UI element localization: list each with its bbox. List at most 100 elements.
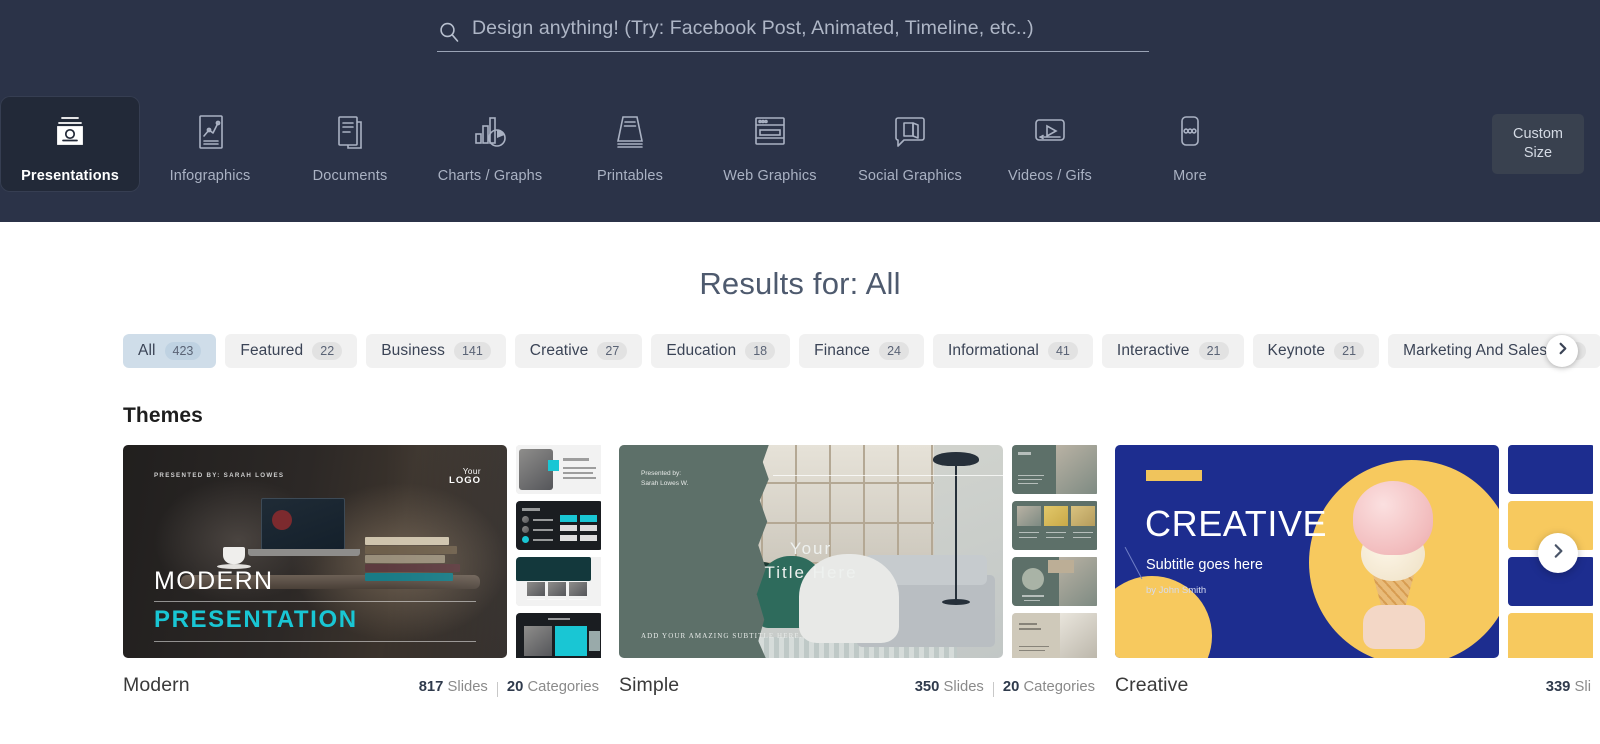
hero-subtitle: Subtitle goes here: [1146, 557, 1263, 573]
filter-pill-creative[interactable]: Creative 27: [514, 334, 643, 368]
meta-separator: [496, 681, 498, 697]
theme-thumbnail[interactable]: [1012, 501, 1097, 550]
hero-title: CREATIVE: [1145, 503, 1328, 544]
hero-presented-by: Presented by: Sarah Lowes W.: [641, 470, 689, 487]
charts-graphs-icon: [468, 110, 512, 156]
category-nav: Presentations Infographics Documents Cha…: [0, 96, 1600, 206]
hero-rule-top: [154, 601, 476, 602]
category-web-graphics[interactable]: Web Graphics: [700, 96, 840, 184]
themes-section-title: Themes: [123, 404, 203, 427]
category-label: Charts / Graphs: [437, 168, 543, 184]
themes-next-button[interactable]: [1538, 533, 1578, 573]
theme-name: Modern: [123, 674, 190, 696]
search-bar[interactable]: [437, 12, 1149, 52]
custom-size-line1: Custom: [1513, 126, 1563, 142]
category-documents[interactable]: Documents: [280, 96, 420, 184]
hero-byline: by John Smith: [1146, 585, 1207, 596]
filters-next-button[interactable]: [1546, 335, 1578, 367]
category-label: Printables: [597, 168, 663, 184]
categories-count: 20: [1002, 679, 1020, 695]
theme-thumbnail[interactable]: [1508, 613, 1593, 658]
filter-pill-business[interactable]: Business 141: [366, 334, 506, 368]
theme-thumbnail-strip: [1012, 445, 1097, 658]
filter-row-container: All 423 Featured 22 Business 141 Creativ…: [0, 331, 1600, 371]
filter-label: Creative: [529, 342, 589, 359]
filter-pill-interactive[interactable]: Interactive 21: [1101, 334, 1244, 368]
theme-thumbnail[interactable]: [1012, 613, 1097, 658]
theme-thumbnail[interactable]: [516, 501, 601, 550]
chevron-right-icon: [1555, 341, 1570, 361]
hero-subtitle: PRESENTATION: [154, 606, 358, 633]
hero-subtitle: ADD YOUR AMAZING SUBTITLE HERE.: [641, 632, 803, 640]
theme-thumbnail-strip: [516, 445, 601, 658]
filter-count: 21: [1334, 342, 1365, 360]
category-infographics[interactable]: Infographics: [140, 96, 280, 184]
slides-label: Slides: [447, 679, 488, 695]
meta-separator: [992, 681, 994, 697]
card-media: Presented by: Sarah Lowes W. Your Title …: [619, 445, 1097, 658]
theme-meta: 817 Slides 20 Categories: [419, 679, 599, 697]
theme-card-modern[interactable]: PRESENTED BY: SARAH LOWES Your LOGO MODE…: [123, 445, 601, 697]
category-label: Infographics: [169, 168, 251, 184]
filter-count: 27: [597, 342, 628, 360]
category-printables[interactable]: Printables: [560, 96, 700, 184]
filter-label: Keynote: [1267, 342, 1326, 359]
theme-thumbnail[interactable]: [1012, 557, 1097, 606]
filter-count: 41: [1047, 342, 1078, 360]
filter-pill-finance[interactable]: Finance 24: [799, 334, 925, 368]
theme-card-creative[interactable]: CREATIVE Subtitle goes here by John Smit…: [1115, 445, 1593, 697]
custom-size-button[interactable]: Custom Size: [1492, 114, 1584, 174]
more-icon: [1168, 110, 1212, 156]
card-footer: Simple 350 Slides 20 Categories: [619, 674, 1097, 697]
category-label: Documents: [312, 168, 388, 184]
theme-hero-preview[interactable]: CREATIVE Subtitle goes here by John Smit…: [1115, 445, 1499, 658]
filter-pill-featured[interactable]: Featured 22: [225, 334, 358, 368]
filter-pill-informational[interactable]: Informational 41: [933, 334, 1093, 368]
filter-label: Education: [666, 342, 737, 359]
search-input[interactable]: [472, 17, 1149, 46]
category-label: More: [1173, 168, 1207, 184]
theme-thumbnail[interactable]: [516, 557, 601, 606]
hero-accent-bar: [1146, 470, 1202, 481]
theme-thumbnail[interactable]: [516, 613, 601, 658]
filter-pill-keynote[interactable]: Keynote 21: [1252, 334, 1380, 368]
hero-laptop: [248, 498, 361, 557]
hero-rule: [772, 474, 1003, 476]
slides-count: 339: [1545, 679, 1571, 695]
infographic-icon: [189, 110, 231, 156]
theme-thumbnail[interactable]: [1012, 445, 1097, 494]
web-graphics-icon: [748, 110, 792, 156]
card-media: PRESENTED BY: SARAH LOWES Your LOGO MODE…: [123, 445, 601, 658]
filter-label: Business: [381, 342, 445, 359]
top-header: Presentations Infographics: [0, 0, 1600, 222]
filter-pill-education[interactable]: Education 18: [651, 334, 791, 368]
hero-title-line2: Title Here: [764, 562, 858, 582]
hero-title: Your Title Here: [619, 537, 1003, 585]
theme-hero-preview[interactable]: Presented by: Sarah Lowes W. Your Title …: [619, 445, 1003, 658]
card-media: CREATIVE Subtitle goes here by John Smit…: [1115, 445, 1593, 658]
custom-size-line2: Size: [1523, 145, 1553, 161]
theme-thumbnail[interactable]: [1508, 445, 1593, 494]
hero-rule-bottom: [154, 641, 476, 642]
category-videos-gifs[interactable]: Videos / Gifs: [980, 96, 1120, 184]
theme-meta: 339 Sli: [1546, 679, 1591, 695]
theme-hero-preview[interactable]: PRESENTED BY: SARAH LOWES Your LOGO MODE…: [123, 445, 507, 658]
categories-label: Categories: [527, 679, 599, 695]
category-charts-graphs[interactable]: Charts / Graphs: [420, 96, 560, 184]
theme-card-simple[interactable]: Presented by: Sarah Lowes W. Your Title …: [619, 445, 1097, 697]
category-more[interactable]: More: [1120, 96, 1260, 184]
category-presentations[interactable]: Presentations: [0, 96, 140, 192]
filter-pill-all[interactable]: All 423: [123, 334, 217, 368]
filter-count: 423: [164, 342, 202, 360]
documents-icon: [329, 110, 371, 156]
category-social-graphics[interactable]: Social Graphics: [840, 96, 980, 184]
card-footer: Creative 339 Sli: [1115, 674, 1593, 697]
theme-thumbnail[interactable]: [516, 445, 601, 494]
category-label: Presentations: [21, 168, 119, 184]
hero-title-line1: Your: [789, 538, 833, 558]
filter-label: Interactive: [1116, 342, 1190, 359]
theme-name: Creative: [1115, 674, 1189, 696]
hero-logo-line2: LOGO: [449, 475, 481, 486]
filter-count: 141: [453, 342, 491, 360]
hero-presented-by: PRESENTED BY: SARAH LOWES: [154, 472, 285, 479]
